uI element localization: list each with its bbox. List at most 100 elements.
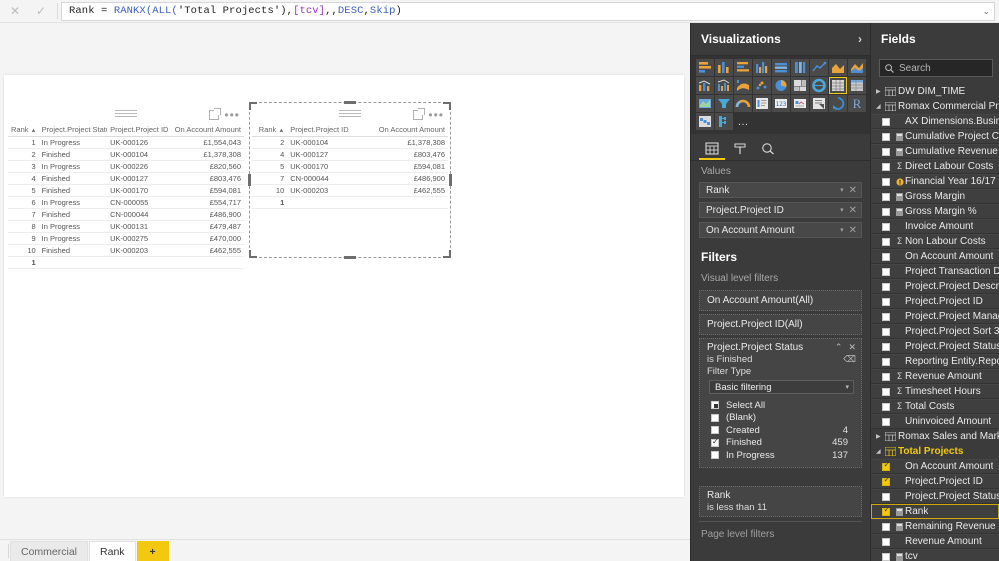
- add-page-button[interactable]: +: [136, 541, 169, 561]
- waterfall-chart-icon[interactable]: [696, 113, 714, 130]
- resize-handle-bottom-left-b[interactable]: [249, 256, 257, 258]
- filter-type-dropdown[interactable]: Basic filtering ▾: [709, 380, 854, 394]
- table-row[interactable]: 6 In Progress CN-000055 £554,717: [8, 196, 244, 209]
- card-icon[interactable]: 123: [772, 95, 790, 112]
- focus-mode-icon[interactable]: [209, 107, 222, 120]
- stacked-column-chart-icon[interactable]: [715, 59, 733, 76]
- table-row[interactable]: 5 Finished UK-000170 £594,081: [8, 184, 244, 197]
- table-row[interactable]: 10 Finished UK-000203 £462,555: [8, 244, 244, 257]
- gauge-icon[interactable]: [734, 95, 752, 112]
- analytics-tab[interactable]: [755, 138, 781, 160]
- field-timesheet-hours[interactable]: Σ Timesheet Hours: [871, 384, 999, 399]
- filter-card-on-account-amount[interactable]: On Account Amount(All): [699, 290, 862, 311]
- more-options-icon[interactable]: •••: [224, 109, 240, 121]
- pie-chart-icon[interactable]: [772, 77, 790, 94]
- filter-card-rank[interactable]: Rank is less than 11: [699, 485, 862, 517]
- field-project-manager[interactable]: Project.Project Manager: [871, 309, 999, 324]
- more-visuals-icon[interactable]: …: [734, 113, 752, 130]
- field-tp-remaining-revenue[interactable]: Remaining Revenue: [871, 519, 999, 534]
- field-checkbox-checked[interactable]: [882, 475, 890, 486]
- line-stacked-column-chart-icon[interactable]: [696, 77, 714, 94]
- field-project-sort-3[interactable]: Project.Project Sort 3: [871, 324, 999, 339]
- line-chart-icon[interactable]: [810, 59, 828, 76]
- stacked-bar-chart-icon[interactable]: [696, 59, 714, 76]
- chevron-right-icon[interactable]: ▶: [876, 88, 885, 95]
- search-input[interactable]: Search: [879, 59, 993, 77]
- field-checkbox[interactable]: [882, 252, 890, 261]
- dax-formula-input[interactable]: Rank = RANKX(ALL('Total Projects'),[tcv]…: [61, 1, 995, 21]
- multi-row-card-icon[interactable]: [753, 95, 771, 112]
- field-tp-tcv[interactable]: tcv: [871, 549, 999, 561]
- 100-stacked-bar-chart-icon[interactable]: [772, 59, 790, 76]
- field-project-id-commercial[interactable]: Project.Project ID: [871, 294, 999, 309]
- fields-tree[interactable]: ▶ DW DIM_TIME ◢ Romax Commercial Project…: [871, 82, 999, 561]
- checkbox-partial[interactable]: [711, 401, 719, 410]
- field-checkbox[interactable]: [882, 357, 890, 366]
- table-row[interactable]: 8 In Progress UK-000131 £479,487: [8, 220, 244, 233]
- field-project-status-commercial[interactable]: Project.Project Status: [871, 339, 999, 354]
- chevron-down-icon[interactable]: ▾: [840, 186, 849, 194]
- field-checkbox[interactable]: [882, 492, 890, 501]
- field-checkbox[interactable]: [882, 162, 890, 171]
- resize-handle-bottom-right-b[interactable]: [443, 256, 451, 258]
- 100-stacked-column-chart-icon[interactable]: [791, 59, 809, 76]
- field-checkbox[interactable]: [882, 417, 890, 426]
- field-checkbox[interactable]: [882, 312, 890, 321]
- close-icon[interactable]: ✕: [842, 342, 856, 353]
- table-row[interactable]: 7 Finished CN-000044 £486,900: [8, 208, 244, 221]
- python-visual-icon[interactable]: [829, 95, 847, 112]
- cancel-x-icon[interactable]: ✕: [2, 1, 28, 22]
- chevron-down-icon[interactable]: ▾: [840, 206, 849, 214]
- chevron-down-icon[interactable]: ▾: [840, 226, 849, 234]
- scatter-chart-icon[interactable]: [753, 77, 771, 94]
- field-table-total-projects[interactable]: ◢ Total Projects: [871, 444, 999, 459]
- field-table-romax-commercial-project[interactable]: ◢ Romax Commercial Project: [871, 99, 999, 114]
- map-icon[interactable]: [696, 95, 714, 112]
- field-ax-dimensions-business[interactable]: AX Dimensions.Business: [871, 114, 999, 129]
- field-invoice-amount[interactable]: Invoice Amount: [871, 219, 999, 234]
- field-project-description[interactable]: Project.Project Description: [871, 279, 999, 294]
- field-checkbox[interactable]: [882, 177, 890, 186]
- field-checkbox[interactable]: [882, 372, 890, 381]
- chevron-down-icon[interactable]: ◢: [876, 448, 885, 455]
- filter-option-created[interactable]: Created 4: [711, 424, 854, 437]
- values-well-on-account-amount[interactable]: On Account Amount ▾ ✕: [699, 222, 862, 238]
- field-cumulative-project-cost[interactable]: Cumulative Project Cost: [871, 129, 999, 144]
- kpi-icon[interactable]: [791, 95, 809, 112]
- field-table-romax-sales-marketing[interactable]: ▶ Romax Sales and Marketing: [871, 429, 999, 444]
- field-checkbox[interactable]: [882, 117, 890, 126]
- table-icon[interactable]: [829, 77, 847, 94]
- page-tab-rank[interactable]: Rank: [89, 541, 136, 561]
- matrix-icon[interactable]: [848, 77, 866, 94]
- chevron-right-icon[interactable]: ›: [858, 32, 862, 46]
- donut-chart-icon[interactable]: [810, 77, 828, 94]
- chevron-down-icon[interactable]: ⌄: [976, 6, 990, 17]
- filters-scroll-area[interactable]: Visual level filters On Account Amount(A…: [691, 268, 870, 561]
- fields-tab[interactable]: [699, 138, 725, 160]
- field-revenue-amount-commercial[interactable]: Σ Revenue Amount: [871, 369, 999, 384]
- area-chart-icon[interactable]: [829, 59, 847, 76]
- field-project-transaction-detail[interactable]: Project Transaction Detail: [871, 264, 999, 279]
- field-gross-margin-percent[interactable]: Gross Margin %: [871, 204, 999, 219]
- decomposition-tree-icon[interactable]: [715, 113, 733, 130]
- chevron-down-icon[interactable]: ▾: [845, 383, 849, 391]
- eraser-icon[interactable]: ⌫: [843, 354, 856, 365]
- field-financial-year-16-17[interactable]: Financial Year 16/17: [871, 174, 999, 189]
- slicer-icon[interactable]: [810, 95, 828, 112]
- field-uninvoiced-amount[interactable]: Uninvoiced Amount: [871, 414, 999, 429]
- line-clustered-column-chart-icon[interactable]: [715, 77, 733, 94]
- field-tp-project-status[interactable]: Project.Project Status: [871, 489, 999, 504]
- field-reporting-entity[interactable]: Reporting Entity.Reporting: [871, 354, 999, 369]
- commit-check-icon[interactable]: ✓: [28, 1, 54, 22]
- drag-handle-icon[interactable]: [115, 110, 137, 117]
- chevron-down-icon[interactable]: ◢: [876, 103, 885, 110]
- values-well-project-id[interactable]: Project.Project ID ▾ ✕: [699, 202, 862, 218]
- clustered-bar-chart-icon[interactable]: [734, 59, 752, 76]
- funnel-chart-icon[interactable]: [715, 95, 733, 112]
- field-checkbox[interactable]: [882, 297, 890, 306]
- table-visual-unfiltered[interactable]: ••• Rank ▲ Project.Project Status Project…: [8, 105, 244, 269]
- field-non-labour-costs[interactable]: Σ Non Labour Costs: [871, 234, 999, 249]
- filter-option-blank[interactable]: (Blank): [711, 412, 854, 425]
- field-checkbox[interactable]: [882, 327, 890, 336]
- field-checkbox[interactable]: [882, 237, 890, 246]
